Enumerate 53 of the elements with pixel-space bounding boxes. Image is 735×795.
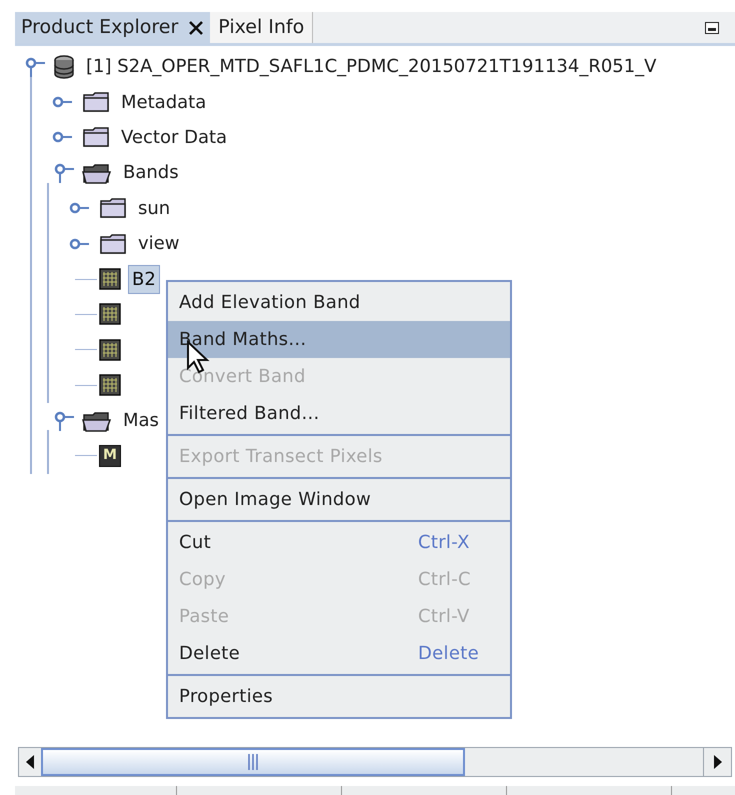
raster-band-icon xyxy=(99,374,121,396)
raster-band-icon xyxy=(99,268,121,290)
menu-item[interactable]: Delete Delete xyxy=(168,635,510,672)
tree-item[interactable]: Vector Data xyxy=(118,124,230,151)
menu-item[interactable]: Properties xyxy=(168,678,510,715)
right-arrow-icon xyxy=(714,755,722,769)
raster-band-icon xyxy=(99,303,121,326)
tree-item[interactable]: Mas xyxy=(120,407,162,434)
close-icon[interactable] xyxy=(188,20,204,36)
folder-icon xyxy=(82,91,110,114)
panel-tab[interactable]: Product Explorer xyxy=(15,12,210,43)
tree-item[interactable]: Bands xyxy=(120,159,182,186)
tree-item[interactable]: Metadata xyxy=(118,88,210,116)
tree-item[interactable]: B2 xyxy=(129,266,159,293)
menu-item[interactable]: Open Image Window xyxy=(168,481,510,518)
menu-item-label: Convert Band xyxy=(179,365,306,389)
open-folder-icon xyxy=(82,162,112,184)
folder-icon xyxy=(82,126,110,148)
menu-item-label: Cut xyxy=(179,531,211,555)
tree-item[interactable]: view xyxy=(135,230,182,258)
menu-item-label: Open Image Window xyxy=(179,488,371,512)
menu-item-label: Copy xyxy=(179,568,226,592)
menu-item-label: Band Maths... xyxy=(179,328,306,352)
menu-item-label: Paste xyxy=(179,605,230,629)
panel-tab[interactable]: Pixel Info xyxy=(210,12,314,43)
folder-icon xyxy=(99,232,127,255)
shortcut-label: Ctrl-X xyxy=(418,531,471,555)
expand-handle-icon[interactable] xyxy=(23,56,45,77)
horizontal-scrollbar[interactable] xyxy=(18,747,732,777)
menu-item-label: Export Transect Pixels xyxy=(179,445,383,469)
database-icon xyxy=(53,54,75,79)
menu-item[interactable]: Filtered Band... xyxy=(168,395,510,432)
menu-item[interactable]: Add Elevation Band xyxy=(168,284,510,321)
scroll-thumb[interactable] xyxy=(41,748,465,776)
menu-item-label: Add Elevation Band xyxy=(179,291,361,315)
shortcut-label: Ctrl-V xyxy=(418,605,471,629)
menu-item[interactable]: Band Maths... xyxy=(168,321,510,358)
shortcut-label: Delete xyxy=(418,642,480,666)
menu-item-label: Delete xyxy=(179,642,240,666)
left-arrow-icon xyxy=(26,755,34,769)
minimize-icon[interactable] xyxy=(705,22,719,34)
tree-item[interactable]: sun xyxy=(135,194,174,222)
folder-icon xyxy=(99,197,127,220)
raster-band-icon xyxy=(99,338,121,361)
menu-item[interactable]: Cut Ctrl-X xyxy=(168,524,510,561)
tree-item[interactable]: [1] S2A_OPER_MTD_SAFL1C_PDMC_20150721T191134_R051_V xyxy=(83,53,660,80)
menu-item-label: Properties xyxy=(179,685,273,709)
shortcut-label: Ctrl-C xyxy=(418,568,472,592)
open-folder-icon xyxy=(82,410,112,432)
expand-handle-icon[interactable] xyxy=(52,162,74,183)
mask-icon: M xyxy=(99,444,121,467)
menu-item-label: Filtered Band... xyxy=(179,402,320,426)
expand-handle-icon[interactable] xyxy=(52,410,74,431)
